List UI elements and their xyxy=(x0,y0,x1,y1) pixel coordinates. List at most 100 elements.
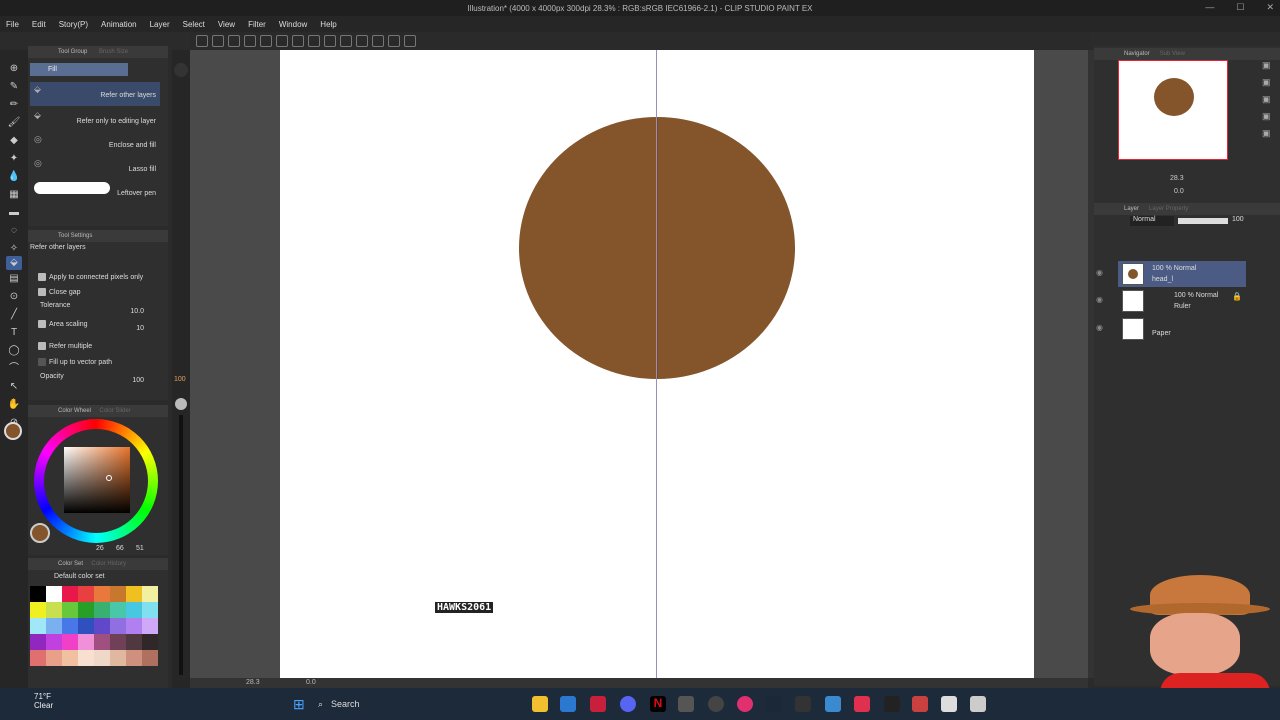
color-swatch[interactable] xyxy=(46,634,62,650)
color-swatch[interactable] xyxy=(30,602,46,618)
eraser-tool-icon[interactable]: ◆ xyxy=(6,134,22,148)
discord-icon[interactable] xyxy=(620,696,636,712)
windows-start-icon[interactable]: ⊞ xyxy=(293,696,305,713)
layer-opacity-value[interactable]: 100 xyxy=(1232,216,1244,223)
saturation-value-square[interactable] xyxy=(64,447,130,513)
snap-icon[interactable] xyxy=(404,35,416,47)
tolerance-value[interactable]: 10.0 xyxy=(130,308,144,315)
color-swatch[interactable] xyxy=(126,618,142,634)
menu-story[interactable]: Story(P) xyxy=(59,20,88,29)
current-color-swatch[interactable] xyxy=(30,523,50,543)
fill-icon[interactable] xyxy=(324,35,336,47)
checkbox[interactable] xyxy=(38,342,46,350)
opera-icon[interactable] xyxy=(737,696,753,712)
layer-row[interactable]: Paper xyxy=(1118,316,1246,342)
checkbox[interactable] xyxy=(38,320,46,328)
color-swatch[interactable] xyxy=(110,602,126,618)
refer-multiple-row[interactable]: Refer multiple xyxy=(38,342,92,350)
checkbox[interactable] xyxy=(38,358,46,366)
gradient-tool-icon[interactable]: ▤ xyxy=(6,272,22,286)
eyedropper-tool-icon[interactable]: ⊙ xyxy=(6,290,22,304)
layer-row[interactable]: 100 % Normal head_l xyxy=(1118,261,1246,287)
color-swatch[interactable] xyxy=(94,650,110,666)
lock-icon[interactable]: 🔒 xyxy=(1232,292,1242,301)
pen-tool-icon[interactable]: ✎ xyxy=(6,80,22,94)
color-set-select[interactable]: Default color set xyxy=(54,573,105,580)
clear-icon[interactable] xyxy=(308,35,320,47)
color-swatch[interactable] xyxy=(46,650,62,666)
steam-icon[interactable] xyxy=(766,696,782,712)
zoom-readout[interactable]: 28.3 xyxy=(246,679,260,686)
panel-icon[interactable]: ▣ xyxy=(1262,128,1274,139)
menu-edit[interactable]: Edit xyxy=(32,20,46,29)
slider-track[interactable] xyxy=(179,415,183,675)
subtool-lasso-fill[interactable]: ◎ Lasso fill xyxy=(30,156,160,180)
blend-mode-select[interactable]: Normal xyxy=(1130,216,1174,226)
color-swatch[interactable] xyxy=(78,586,94,602)
taskbar-search[interactable]: ⌕ Search xyxy=(318,694,438,714)
color-swatch[interactable] xyxy=(94,602,110,618)
menu-filter[interactable]: Filter xyxy=(248,20,266,29)
app-icon[interactable] xyxy=(825,696,841,712)
app-icon[interactable] xyxy=(941,696,957,712)
color-swatch[interactable] xyxy=(78,618,94,634)
menu-toggle-icon[interactable] xyxy=(196,35,208,47)
tool-settings-tab[interactable]: Tool Settings xyxy=(28,230,168,242)
save-icon[interactable] xyxy=(244,35,256,47)
fill-vector-row[interactable]: Fill up to vector path xyxy=(38,358,112,366)
color-swatch[interactable] xyxy=(46,586,62,602)
browser-icon[interactable] xyxy=(708,696,724,712)
subtool-refer-other-layers[interactable]: ⬙ Refer other layers xyxy=(30,82,160,106)
navigator-angle[interactable]: 0.0 xyxy=(1174,188,1184,195)
export-icon[interactable] xyxy=(260,35,272,47)
undo-icon[interactable] xyxy=(276,35,288,47)
eye-icon[interactable]: ◉ xyxy=(1096,268,1103,277)
ruler-line[interactable] xyxy=(656,50,657,678)
redo-icon[interactable] xyxy=(292,35,304,47)
layer-tab[interactable]: Layer Layer Property xyxy=(1094,203,1280,215)
hand-tool-icon[interactable]: ✋ xyxy=(6,398,22,412)
color-swatch[interactable] xyxy=(78,650,94,666)
brush-size-slider[interactable]: 100 xyxy=(172,50,190,690)
app-icon[interactable] xyxy=(678,696,694,712)
figure-tool-icon[interactable]: ╱ xyxy=(6,308,22,322)
navigator-zoom[interactable]: 28.3 xyxy=(1170,175,1184,182)
color-swatch[interactable] xyxy=(126,650,142,666)
eye-icon[interactable]: ◉ xyxy=(1096,295,1103,304)
subtool-leftover-pen[interactable]: Leftover pen xyxy=(30,180,160,204)
color-swatch[interactable] xyxy=(110,650,126,666)
layer-opacity-slider[interactable] xyxy=(1178,218,1228,224)
color-swatch[interactable] xyxy=(30,586,46,602)
opacity-value[interactable]: 100 xyxy=(132,377,144,384)
app-icon[interactable] xyxy=(970,696,986,712)
slider-knob[interactable] xyxy=(175,398,187,410)
color-swatch[interactable] xyxy=(110,618,126,634)
terminal-icon[interactable] xyxy=(884,696,900,712)
color-set-tab[interactable]: Color Set Color History xyxy=(28,558,168,570)
app-icon[interactable] xyxy=(854,696,870,712)
color-swatch[interactable] xyxy=(94,618,110,634)
invert-icon[interactable] xyxy=(388,35,400,47)
store-icon[interactable] xyxy=(560,696,576,712)
color-swatch[interactable] xyxy=(46,618,62,634)
panel-icon[interactable]: ▣ xyxy=(1262,77,1274,88)
color-swatch[interactable] xyxy=(30,650,46,666)
color-swatch[interactable] xyxy=(142,634,158,650)
menu-layer[interactable]: Layer xyxy=(150,20,170,29)
checkbox[interactable] xyxy=(38,288,46,296)
color-picker-marker[interactable] xyxy=(106,475,112,481)
color-swatch[interactable] xyxy=(62,634,78,650)
apply-connected-row[interactable]: Apply to connected pixels only xyxy=(38,273,143,281)
transform-icon[interactable] xyxy=(340,35,352,47)
layer-row[interactable]: 100 % Normal Ruler 🔒 xyxy=(1118,288,1246,314)
main-color-swatch[interactable] xyxy=(4,422,22,440)
color-swatch[interactable] xyxy=(142,602,158,618)
panel-icon[interactable]: ▣ xyxy=(1262,111,1274,122)
menu-animation[interactable]: Animation xyxy=(101,20,137,29)
ruler-tool-icon[interactable]: ▬ xyxy=(6,206,22,220)
app-icon[interactable] xyxy=(590,696,606,712)
panel-icon[interactable]: ▣ xyxy=(1262,94,1274,105)
color-swatch[interactable] xyxy=(78,602,94,618)
checkbox[interactable] xyxy=(38,273,46,281)
color-swatch[interactable] xyxy=(46,602,62,618)
